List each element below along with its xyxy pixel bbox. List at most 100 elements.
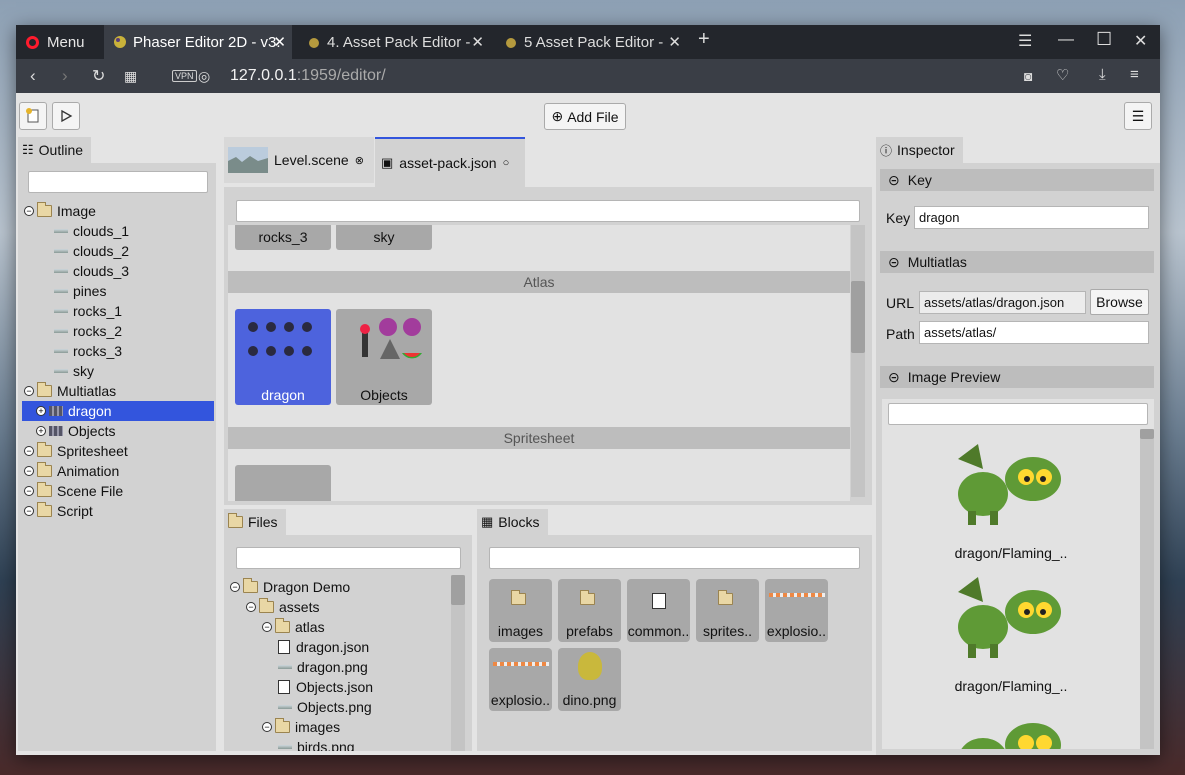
asset-cell-objects[interactable]: Objects xyxy=(336,309,432,405)
browse-button[interactable]: Browse xyxy=(1090,289,1149,315)
outline-item[interactable]: clouds_3 xyxy=(22,261,214,281)
collapse-icon[interactable]: − xyxy=(230,582,240,592)
scrollbar-thumb[interactable] xyxy=(851,281,865,353)
outline-item[interactable]: − Animation xyxy=(22,461,214,481)
browser-tab-phaser[interactable]: Phaser Editor 2D - v3. ✕ xyxy=(104,25,292,59)
tab-menu-icon[interactable]: ☰ xyxy=(1018,31,1032,51)
collapse-icon[interactable]: − xyxy=(24,446,34,456)
close-tab-icon[interactable]: ✕ xyxy=(471,33,484,51)
collapse-icon[interactable]: − xyxy=(262,622,272,632)
close-tab-icon[interactable]: ✕ xyxy=(668,33,681,51)
files-item[interactable]: Objects.png xyxy=(228,697,450,717)
outline-item[interactable]: clouds_2 xyxy=(22,241,214,261)
outline-item[interactable]: rocks_3 xyxy=(22,341,214,361)
outline-item[interactable]: clouds_1 xyxy=(22,221,214,241)
close-tab-icon[interactable]: ✕ xyxy=(273,33,286,51)
files-item[interactable]: − atlas xyxy=(228,617,450,637)
files-item[interactable]: − assets xyxy=(228,597,450,617)
tabs-grid-icon[interactable]: ▦ xyxy=(124,68,137,85)
tab-asset-pack[interactable]: ▣ asset-pack.json ○ xyxy=(375,137,525,187)
browser-tab-asset-pack-5[interactable]: 5 Asset Pack Editor - ✕ xyxy=(495,25,687,59)
add-file-button[interactable]: ⊕ Add File xyxy=(544,103,626,130)
outline-item[interactable]: − Script xyxy=(22,501,214,521)
asset-filter-input[interactable] xyxy=(236,200,860,222)
block-item[interactable]: explosio.. xyxy=(489,648,552,711)
asset-cell[interactable]: sky xyxy=(336,225,432,250)
outline-item[interactable]: − Spritesheet xyxy=(22,441,214,461)
asset-cell[interactable]: rocks_3 xyxy=(235,225,331,250)
files-item[interactable]: − Dragon Demo xyxy=(228,577,450,597)
heart-icon[interactable]: ♡ xyxy=(1056,66,1069,84)
block-item[interactable]: prefabs xyxy=(558,579,621,642)
download-icon[interactable]: ⤓ xyxy=(1099,66,1106,83)
minimize-icon[interactable]: — xyxy=(1058,31,1074,49)
preview-scrollbar[interactable] xyxy=(1140,429,1154,749)
block-item[interactable]: explosio.. xyxy=(765,579,828,642)
maximize-icon[interactable]: ☐ xyxy=(1096,29,1112,50)
outline-item[interactable]: rocks_1 xyxy=(22,301,214,321)
new-file-button[interactable] xyxy=(19,102,47,130)
files-item[interactable]: − images xyxy=(228,717,450,737)
path-input[interactable]: assets/atlas/ xyxy=(919,321,1149,344)
close-window-icon[interactable]: ✕ xyxy=(1134,31,1147,51)
tab-files[interactable]: Files xyxy=(224,509,286,535)
outline-item[interactable]: + Objects xyxy=(22,421,214,441)
files-item[interactable]: dragon.png xyxy=(228,657,450,677)
collapse-icon[interactable]: − xyxy=(24,206,34,216)
close-icon[interactable]: ⊗ xyxy=(355,154,364,167)
collapse-icon[interactable]: − xyxy=(24,466,34,476)
key-section-header[interactable]: ⊝ Key xyxy=(880,169,1154,191)
url-input[interactable]: assets/atlas/dragon.json xyxy=(919,291,1086,314)
image-preview-section-header[interactable]: ⊝ Image Preview xyxy=(880,366,1154,388)
outline-item[interactable]: − Multiatlas xyxy=(22,381,214,401)
back-icon[interactable]: ‹ xyxy=(30,66,36,86)
play-button[interactable] xyxy=(52,102,80,130)
expand-icon[interactable]: + xyxy=(36,406,46,416)
collapse-icon[interactable]: − xyxy=(262,722,272,732)
outline-item[interactable]: pines xyxy=(22,281,214,301)
block-item[interactable]: common.. xyxy=(627,579,690,642)
preview-search-input[interactable] xyxy=(888,403,1148,425)
vpn-badge[interactable]: VPN xyxy=(172,70,197,82)
files-scrollbar[interactable] xyxy=(451,575,465,751)
asset-cell[interactable] xyxy=(235,465,331,501)
unsaved-dot-icon[interactable]: ○ xyxy=(503,157,510,169)
settings-sliders-icon[interactable]: ≡ xyxy=(1130,66,1139,83)
new-tab-icon[interactable]: + xyxy=(698,28,710,51)
files-item[interactable]: birds.png xyxy=(228,737,450,751)
forward-icon[interactable]: › xyxy=(62,66,68,86)
collapse-icon[interactable]: − xyxy=(24,506,34,516)
tab-blocks[interactable]: ▦ Blocks xyxy=(477,509,548,535)
outline-item[interactable]: sky xyxy=(22,361,214,381)
block-item[interactable]: sprites.. xyxy=(696,579,759,642)
block-item[interactable]: images xyxy=(489,579,552,642)
asset-viewer-scrollbar[interactable] xyxy=(851,225,865,497)
collapse-icon[interactable]: − xyxy=(24,386,34,396)
files-search-input[interactable] xyxy=(236,547,461,569)
browser-tab-asset-pack-4[interactable]: 4. Asset Pack Editor - ✕ xyxy=(298,25,490,59)
block-item[interactable]: dino.png xyxy=(558,648,621,711)
tab-inspector[interactable]: ⓘ Inspector xyxy=(876,137,963,163)
files-item[interactable]: dragon.json xyxy=(228,637,450,657)
collapse-icon[interactable]: − xyxy=(246,602,256,612)
scrollbar-thumb[interactable] xyxy=(451,575,465,605)
tab-outline[interactable]: ☷ Outline xyxy=(18,137,92,163)
expand-icon[interactable]: + xyxy=(36,426,46,436)
outline-item[interactable]: − Image xyxy=(22,201,214,221)
collapse-icon[interactable]: − xyxy=(24,486,34,496)
scrollbar-thumb[interactable] xyxy=(1140,429,1154,439)
multiatlas-section-header[interactable]: ⊝ Multiatlas xyxy=(880,251,1154,273)
reload-icon[interactable]: ↻ xyxy=(92,66,105,86)
outline-search-input[interactable] xyxy=(28,171,208,193)
asset-cell-dragon[interactable]: dragon xyxy=(235,309,331,405)
outline-item[interactable]: + dragon xyxy=(22,401,214,421)
blocks-search-input[interactable] xyxy=(489,547,860,569)
url-field[interactable]: 127.0.0.1:1959/editor/ xyxy=(230,67,386,85)
tab-level-scene[interactable]: Level.scene ⊗ xyxy=(224,137,374,183)
main-menu-button[interactable]: ☰ xyxy=(1124,102,1152,130)
outline-item[interactable]: − Scene File xyxy=(22,481,214,501)
files-item[interactable]: Objects.json xyxy=(228,677,450,697)
browser-menu-button[interactable]: Menu xyxy=(16,25,104,59)
outline-item[interactable]: rocks_2 xyxy=(22,321,214,341)
camera-icon[interactable]: ◙ xyxy=(1024,68,1032,84)
